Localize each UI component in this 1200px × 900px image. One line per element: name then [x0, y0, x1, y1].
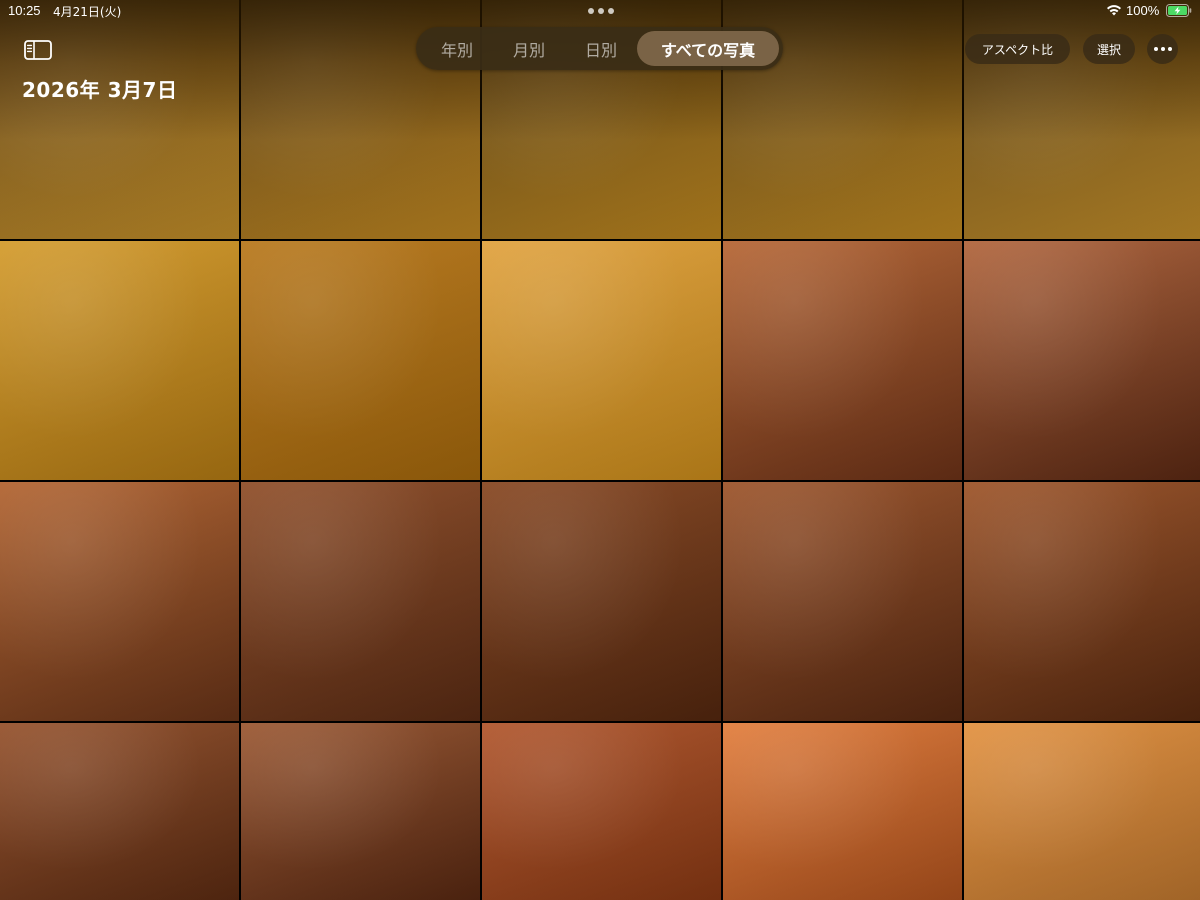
sidebar-toggle-icon[interactable] [22, 37, 54, 63]
tab-months-label: 月別 [512, 40, 545, 60]
status-date: 4月21日(火) [53, 5, 122, 19]
photo-thumbnail[interactable] [964, 482, 1200, 721]
photo-thumbnail[interactable] [482, 241, 721, 480]
battery-percent: 100% [1126, 3, 1160, 18]
photo-thumbnail[interactable] [241, 723, 480, 900]
tab-years[interactable]: 年別 [430, 31, 484, 66]
photo-thumbnail[interactable] [241, 241, 480, 480]
status-bar: 10:25 4月21日(火) 100% [0, 0, 1200, 22]
photo-thumbnail[interactable] [0, 0, 239, 239]
aspect-ratio-button[interactable]: アスペクト比 [965, 34, 1070, 64]
multitasking-dots-icon[interactable] [588, 7, 614, 15]
tab-all-photos[interactable]: すべての写真 [637, 31, 779, 66]
aspect-ratio-label: アスペクト比 [981, 42, 1054, 57]
tab-days-label: 日別 [584, 40, 617, 60]
photo-thumbnail[interactable] [482, 723, 721, 900]
photo-thumbnail[interactable] [964, 241, 1200, 480]
photo-thumbnail[interactable] [241, 482, 480, 721]
wifi-icon [1107, 5, 1121, 16]
photo-thumbnail[interactable] [0, 241, 239, 480]
photo-thumbnail[interactable] [0, 482, 239, 721]
status-time: 10:25 [8, 3, 41, 18]
photo-thumbnail[interactable] [964, 723, 1200, 900]
view-segmented-control: 年別 月別 日別 すべての写真 [416, 27, 783, 70]
select-button[interactable]: 選択 [1083, 34, 1135, 64]
photos-app: 10:25 4月21日(火) 100% 2026年 3月7日 年別 月別 日別 … [0, 0, 1200, 900]
page-title: 2026年 3月7日 [22, 78, 178, 102]
select-label: 選択 [1096, 42, 1121, 57]
battery-charging-icon [1166, 4, 1192, 17]
tab-all-photos-label: すべての写真 [660, 40, 756, 60]
tab-days[interactable]: 日別 [574, 31, 628, 66]
ellipsis-icon[interactable] [1147, 34, 1178, 64]
tab-months[interactable]: 月別 [502, 31, 556, 66]
photo-thumbnail[interactable] [0, 723, 239, 900]
photo-thumbnail[interactable] [482, 482, 721, 721]
tab-years-label: 年別 [440, 40, 473, 60]
photo-grid [0, 0, 1200, 900]
photo-thumbnail[interactable] [723, 241, 962, 480]
photo-thumbnail[interactable] [723, 482, 962, 721]
photo-thumbnail[interactable] [723, 723, 962, 900]
